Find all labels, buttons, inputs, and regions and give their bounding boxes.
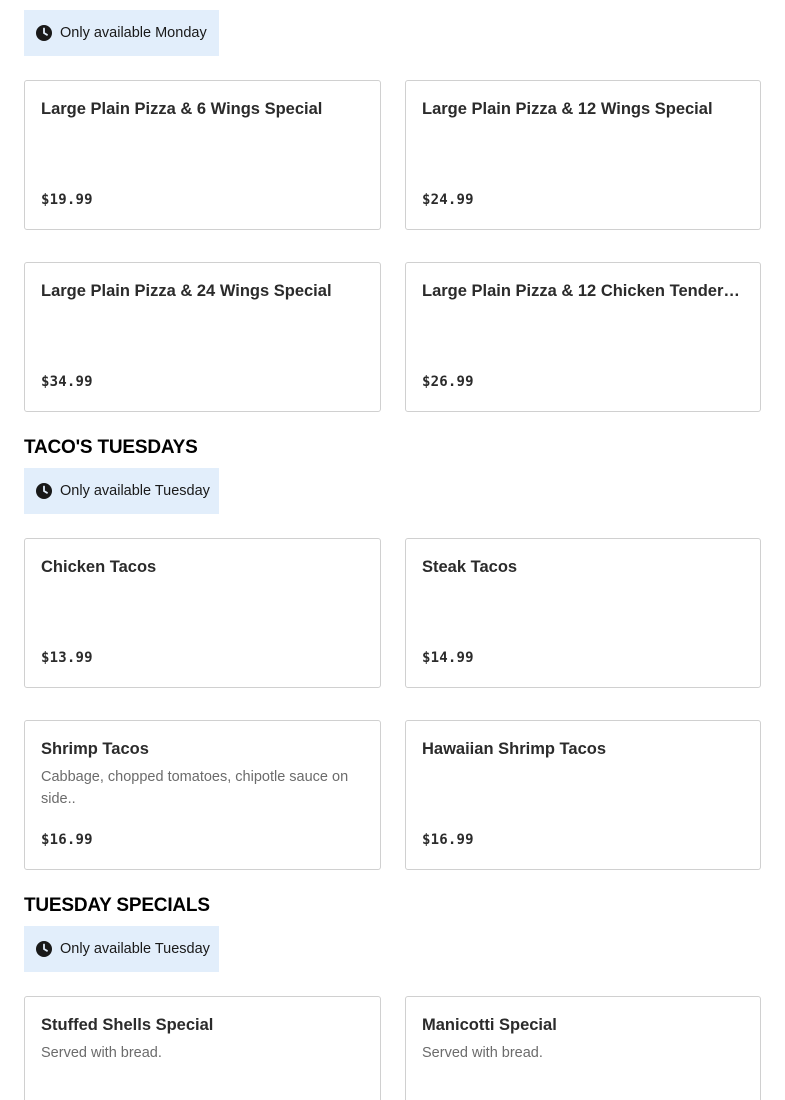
menu-item-price: $13.99 [41, 650, 93, 666]
availability-badge: Only available Tuesday [24, 468, 219, 514]
menu-item-description: Served with bread. [41, 1045, 162, 1061]
menu-item-name: Large Plain Pizza & 12 Wings Special [422, 100, 713, 118]
menu-item-price: $19.99 [41, 192, 93, 208]
menu-item-name: Manicotti Special [422, 1016, 557, 1034]
clock-icon [36, 941, 52, 957]
menu-section-monday: Only available Monday Large Plain Pizza … [24, 0, 761, 420]
menu-item-card[interactable]: Manicotti Special Served with bread. [405, 996, 761, 1100]
availability-text: Only available Tuesday [60, 483, 210, 499]
menu-item-card[interactable]: Steak Tacos $14.99 [405, 538, 761, 688]
menu-item-description: Cabbage, chopped tomatoes, chipotle sauc… [41, 769, 349, 807]
menu-item-price: $16.99 [41, 832, 93, 848]
section-title: TUESDAY SPECIALS [24, 895, 210, 916]
menu-item-price: $26.99 [422, 374, 474, 390]
menu-item-card[interactable]: Stuffed Shells Special Served with bread… [24, 996, 381, 1100]
menu-item-price: $24.99 [422, 192, 474, 208]
availability-text: Only available Tuesday [60, 941, 210, 957]
menu-item-description: Served with bread. [422, 1045, 543, 1061]
menu-item-name: Hawaiian Shrimp Tacos [422, 740, 606, 758]
clock-icon [36, 25, 52, 41]
menu-item-name: Large Plain Pizza & 24 Wings Special [41, 282, 332, 300]
menu-section-tuesday-specials: TUESDAY SPECIALS Only available Tuesday … [24, 895, 761, 1100]
menu-item-card[interactable]: Chicken Tacos $13.99 [24, 538, 381, 688]
menu-section-tacos-tuesdays: TACO'S TUESDAYS Only available Tuesday C… [24, 437, 761, 877]
clock-icon [36, 483, 52, 499]
menu-item-card[interactable]: Large Plain Pizza & 24 Wings Special $34… [24, 262, 381, 412]
section-title: TACO'S TUESDAYS [24, 437, 198, 458]
menu-item-name: Stuffed Shells Special [41, 1016, 214, 1034]
menu-item-card[interactable]: Large Plain Pizza & 12 Wings Special $24… [405, 80, 761, 230]
menu-item-name: Large Plain Pizza & 6 Wings Special [41, 100, 323, 118]
menu-item-price: $14.99 [422, 650, 474, 666]
availability-badge: Only available Monday [24, 10, 219, 56]
menu-item-card[interactable]: Large Plain Pizza & 12 Chicken Tenders..… [405, 262, 761, 412]
menu-item-name: Steak Tacos [422, 558, 518, 576]
menu-item-price: $16.99 [422, 832, 474, 848]
menu-item-name: Chicken Tacos [41, 558, 157, 576]
menu-item-card[interactable]: Hawaiian Shrimp Tacos $16.99 [405, 720, 761, 870]
availability-badge: Only available Tuesday [24, 926, 219, 972]
availability-text: Only available Monday [60, 25, 207, 41]
menu-item-name: Large Plain Pizza & 12 Chicken Tenders..… [422, 282, 744, 300]
menu-item-card[interactable]: Large Plain Pizza & 6 Wings Special $19.… [24, 80, 381, 230]
menu-item-card[interactable]: Shrimp Tacos Cabbage, chopped tomatoes, … [24, 720, 381, 870]
menu-item-name: Shrimp Tacos [41, 740, 149, 758]
menu-page: Only available Monday Large Plain Pizza … [0, 0, 785, 1100]
menu-item-price: $34.99 [41, 374, 93, 390]
